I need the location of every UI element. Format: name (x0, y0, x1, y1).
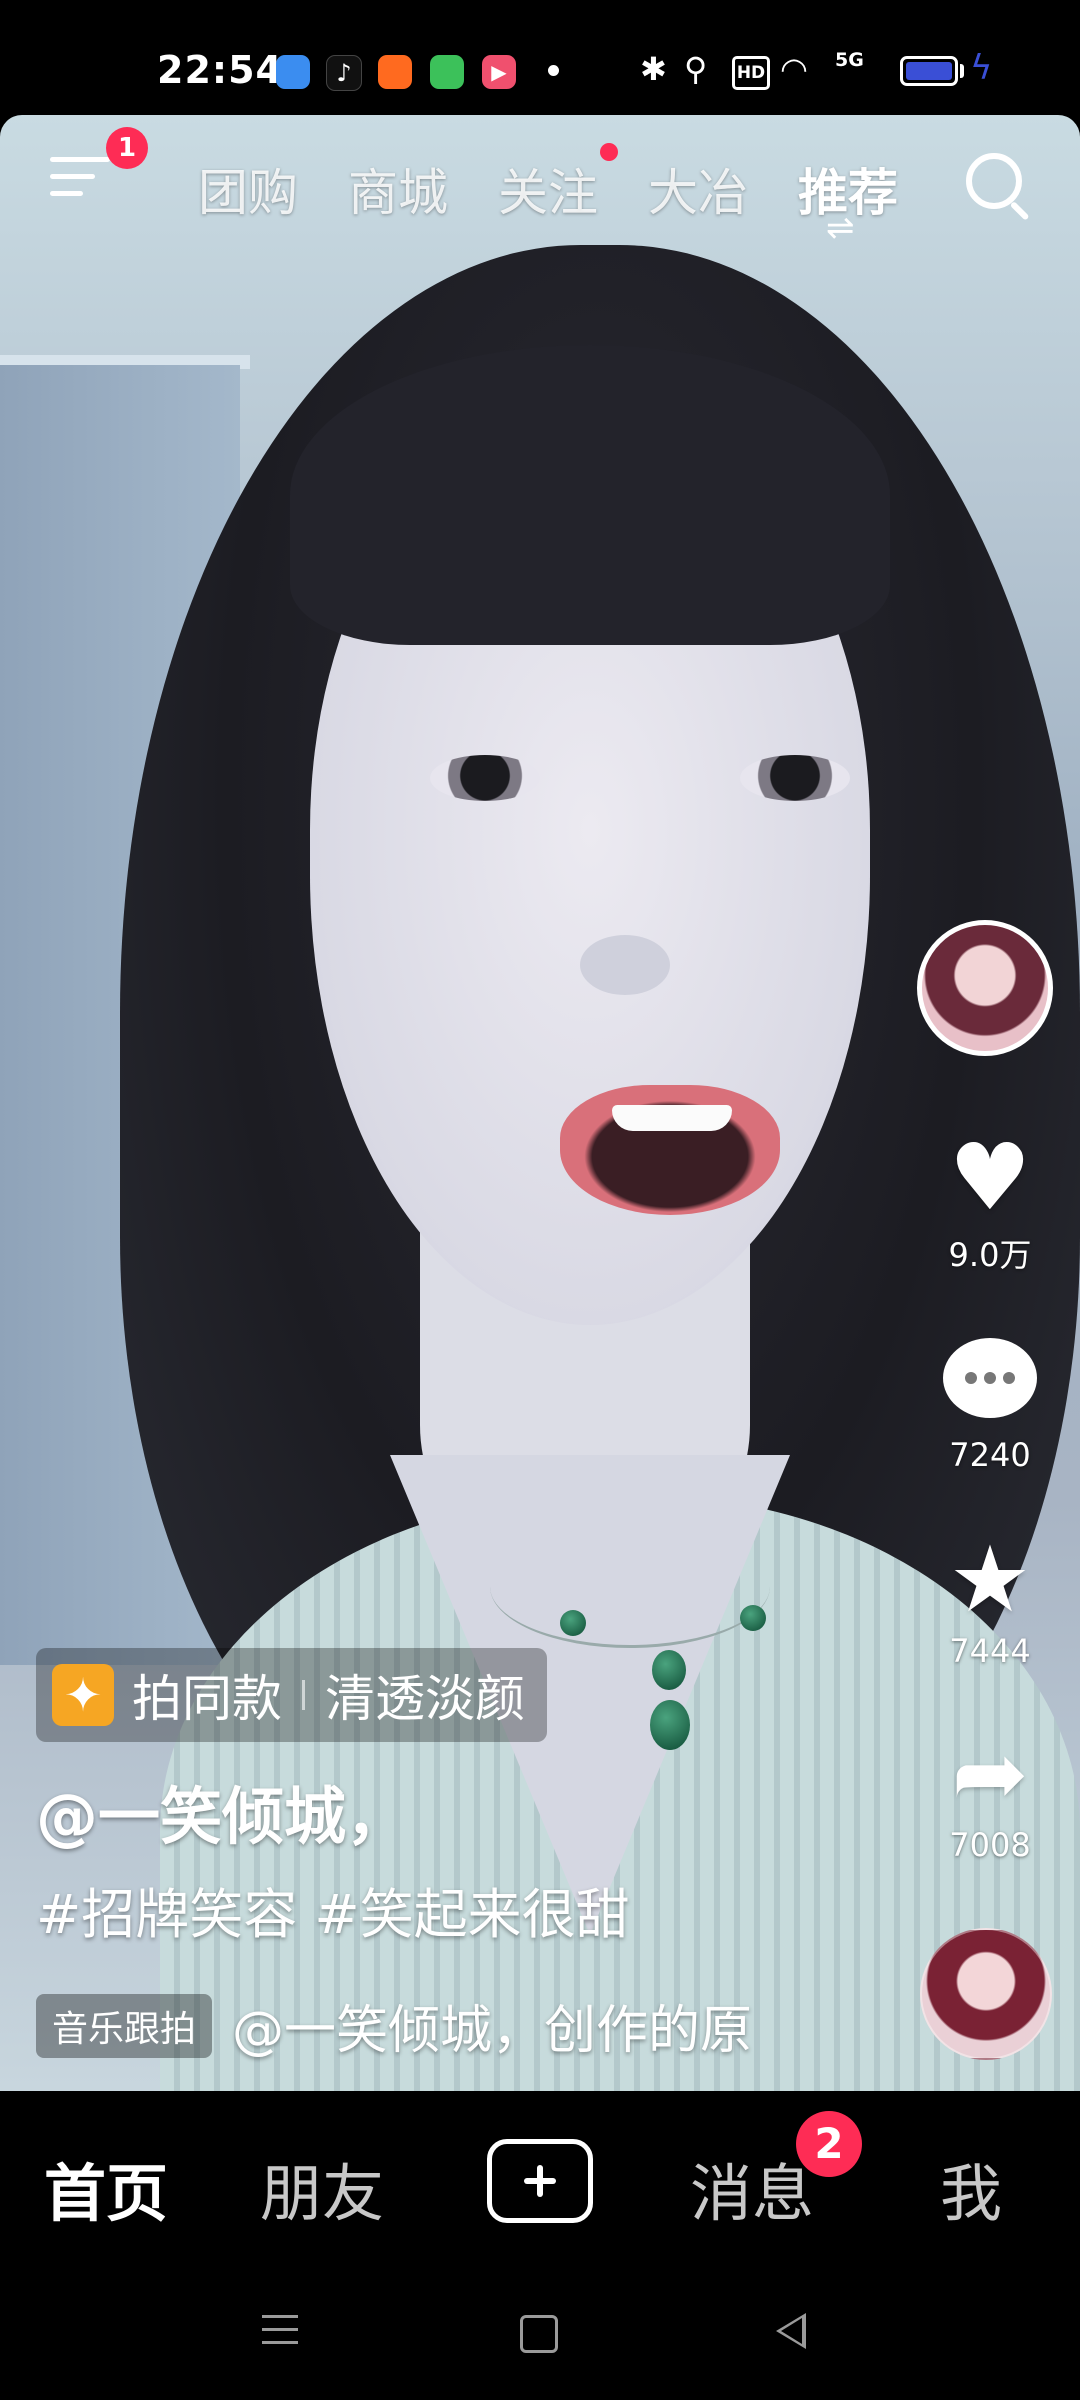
left-eye (430, 755, 540, 801)
share-count: 7008 (949, 1826, 1031, 1864)
location-icon: ⚲ (684, 50, 708, 88)
douyin-icon: ♪ (326, 55, 362, 91)
bottom-nav: 首页 朋友 消息 2 我 (0, 2091, 1080, 2271)
bluetooth-icon: ✱ (640, 50, 667, 88)
status-time: 22:54 (157, 48, 283, 92)
like-button[interactable]: ♥ 9.0万 (900, 1128, 1080, 1276)
music-title[interactable]: @一笑倾城，创作的原 (232, 1988, 752, 2063)
divider (302, 1680, 305, 1710)
search-icon[interactable] (966, 153, 1022, 209)
nav-messages[interactable]: 消息 (690, 2143, 814, 2233)
nav-home[interactable]: 首页 (44, 2143, 168, 2233)
back-icon[interactable] (776, 2313, 806, 2349)
wifi-icon: ◠ (780, 50, 808, 88)
switch-icon: ⇌ (826, 208, 855, 248)
create-button[interactable] (487, 2139, 593, 2223)
menu-badge: 1 (106, 127, 148, 169)
notification-dot-icon (548, 65, 559, 76)
system-nav-bar (0, 2271, 1080, 2400)
battery-icon (900, 56, 958, 86)
favorite-button[interactable]: ★ 7444 (900, 1526, 1080, 1671)
tab-mall[interactable]: 商城 (348, 153, 448, 225)
comment-button[interactable]: 7240 (900, 1328, 1080, 1474)
hd-icon: HD (732, 56, 770, 90)
effect-label: 拍同款 (132, 1670, 282, 1728)
orange-app-icon (378, 55, 412, 89)
status-bar: 22:54 ♪ ▶ ✱ ⚲ HD ◠ 5G ϟ (0, 0, 1080, 115)
blue-app-icon (276, 55, 310, 89)
video-app-icon: ▶ (482, 55, 516, 89)
recents-icon[interactable] (262, 2315, 298, 2354)
tab-tuangou[interactable]: 团购 (198, 153, 298, 225)
hashtags[interactable]: #招牌笑容 #笑起来很甜 (36, 1870, 630, 1949)
effect-name: 清透淡颜 (325, 1670, 525, 1728)
sparkle-icon: ✦ (52, 1664, 114, 1726)
effect-tag[interactable]: ✦ 拍同款 清透淡颜 (36, 1648, 547, 1742)
nav-me[interactable]: 我 (940, 2143, 1002, 2233)
author-name[interactable]: @一笑倾城， (36, 1766, 408, 1856)
messages-badge: 2 (796, 2111, 862, 2177)
tab-local[interactable]: 大冶 (648, 153, 748, 225)
author-avatar[interactable] (917, 920, 1053, 1056)
network-type: 5G (835, 49, 864, 71)
home-icon[interactable] (520, 2315, 558, 2353)
like-count: 9.0万 (948, 1236, 1032, 1274)
favorite-count: 7444 (949, 1632, 1031, 1670)
comment-count: 7240 (949, 1436, 1031, 1474)
tab-following[interactable]: 关注 (498, 153, 598, 225)
share-arrow-icon: ➦ (951, 1720, 1029, 1827)
nav-friends[interactable]: 朋友 (260, 2143, 384, 2233)
heart-icon: ♥ (948, 1124, 1032, 1231)
charging-icon: ϟ (970, 48, 993, 88)
star-icon: ★ (948, 1526, 1032, 1633)
comment-icon (943, 1338, 1037, 1418)
chat-app-icon (430, 55, 464, 89)
share-button[interactable]: ➦ 7008 (900, 1720, 1080, 1865)
right-eye (740, 755, 850, 801)
menu-icon[interactable] (50, 157, 110, 205)
top-nav: 1 团购 商城 关注 大冶 推荐 ⇌ (0, 115, 1080, 245)
necklace (490, 1525, 770, 1648)
music-row[interactable]: 音乐跟拍 @一笑倾城，创作的原 (36, 1988, 752, 2063)
following-dot-badge (600, 143, 618, 161)
music-disc[interactable] (920, 1928, 1052, 2060)
music-chip[interactable]: 音乐跟拍 (36, 1993, 213, 2058)
